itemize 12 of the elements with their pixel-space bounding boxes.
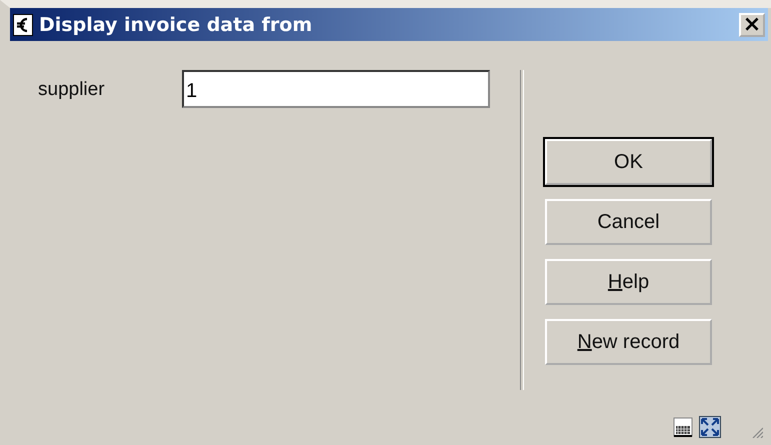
keyboard-icon <box>673 416 693 438</box>
resize-grip-icon[interactable] <box>751 426 763 438</box>
dialog-button[interactable]: Help <box>545 259 712 305</box>
expand-icon[interactable] <box>699 416 721 438</box>
window-title: Display invoice data from <box>39 14 314 36</box>
euro-icon <box>13 14 33 36</box>
dialog-button[interactable]: New record <box>545 319 712 365</box>
dialog-button[interactable]: Cancel <box>545 199 712 245</box>
supplier-label: supplier <box>38 79 106 101</box>
supplier-field[interactable]: 1 <box>182 70 490 108</box>
close-button[interactable]: × <box>739 12 765 36</box>
dialog-button[interactable]: OK <box>545 139 712 185</box>
